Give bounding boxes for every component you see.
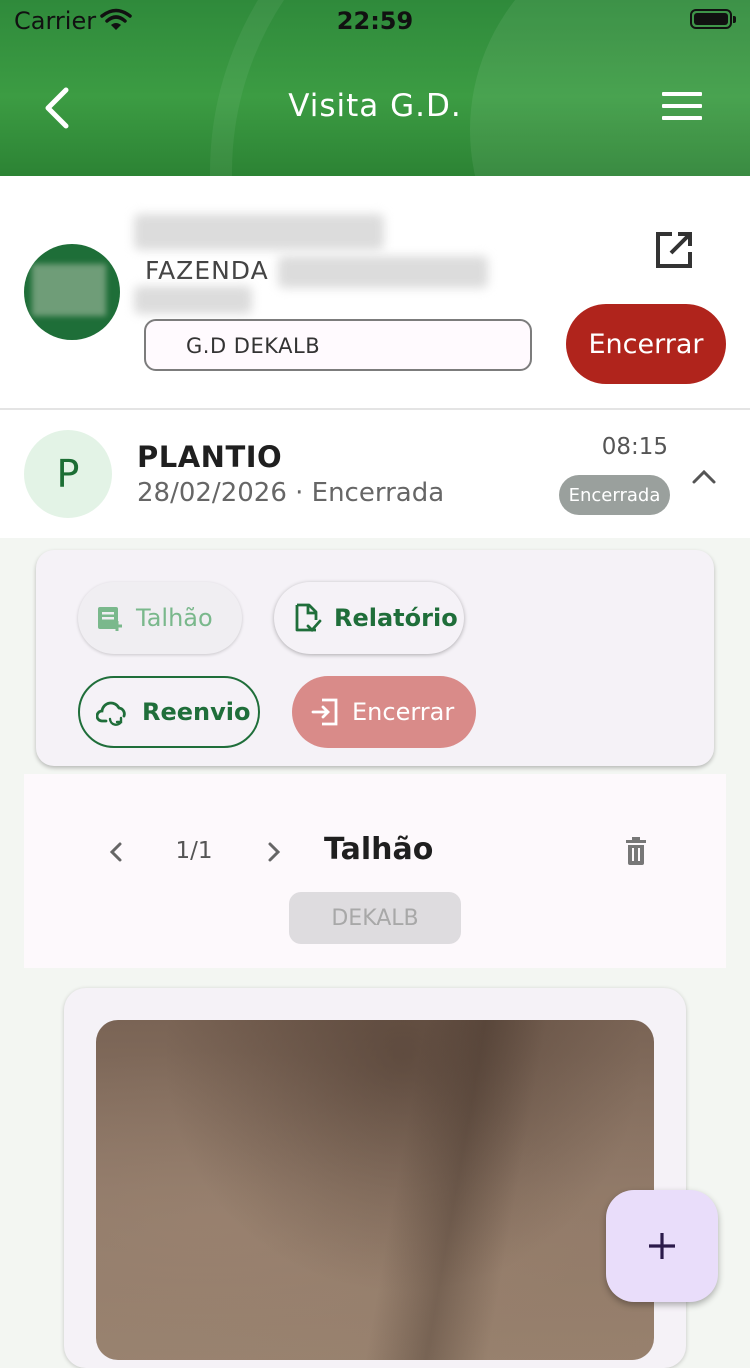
exit-icon xyxy=(311,698,338,726)
talhao-button[interactable]: Talhão xyxy=(78,582,242,654)
menu-icon[interactable] xyxy=(662,92,702,124)
battery-icon xyxy=(690,9,736,29)
visit-avatar: P xyxy=(24,430,112,518)
redacted-name xyxy=(134,214,384,250)
redacted-detail xyxy=(134,286,252,314)
app-header: Carrier 22:59 Visita G.D. xyxy=(0,0,750,176)
encerrar-label: Encerrar xyxy=(352,698,455,726)
cloud-sync-icon xyxy=(96,701,126,726)
chevron-right-icon[interactable] xyxy=(264,840,284,864)
chevron-left-icon[interactable] xyxy=(106,840,126,864)
farm-label: FAZENDA xyxy=(145,256,269,285)
reenvio-button[interactable]: Reenvio xyxy=(78,676,260,748)
avatar xyxy=(24,244,120,340)
visit-subtitle: 28/02/2026 · Encerrada xyxy=(137,478,445,508)
plot-navigator: 1/1 Talhão DEKALB xyxy=(24,774,726,968)
encerrar-action-button[interactable]: Encerrar xyxy=(292,676,476,748)
trash-icon[interactable] xyxy=(624,836,648,866)
visit-actions-card: Talhão Relatório Reenvio Encerrar xyxy=(36,550,714,766)
add-fab-button[interactable] xyxy=(606,1190,718,1302)
relatorio-label: Relatório xyxy=(334,604,458,632)
company-tag: G.D DEKALB xyxy=(144,319,532,371)
reenvio-label: Reenvio xyxy=(142,698,251,726)
redacted-farm-name xyxy=(278,256,488,288)
status-badge: Encerrada xyxy=(559,475,670,515)
plot-title: Talhão xyxy=(324,832,434,867)
page-counter: 1/1 xyxy=(175,838,213,864)
talhao-label: Talhão xyxy=(136,604,213,632)
end-visit-button[interactable]: Encerrar xyxy=(566,304,726,384)
document-check-icon xyxy=(295,603,322,633)
visit-item[interactable]: P PLANTIO 28/02/2026 · Encerrada 08:15 E… xyxy=(0,410,750,538)
hybrid-button[interactable]: DEKALB xyxy=(289,892,461,944)
photo-card xyxy=(64,988,686,1368)
chevron-up-icon[interactable] xyxy=(690,466,718,486)
farm-profile-card: FAZENDA G.D DEKALB Encerrar xyxy=(0,176,750,410)
status-bar: Carrier 22:59 xyxy=(0,0,750,40)
open-external-icon[interactable] xyxy=(654,230,694,270)
add-note-icon xyxy=(98,607,122,631)
visit-title: PLANTIO xyxy=(137,440,283,474)
plus-icon xyxy=(649,1233,675,1259)
soil-photo[interactable] xyxy=(96,1020,654,1360)
page-title: Visita G.D. xyxy=(288,88,462,124)
status-time: 22:59 xyxy=(336,7,414,35)
relatorio-button[interactable]: Relatório xyxy=(274,582,464,654)
visit-time: 08:15 xyxy=(601,434,668,460)
